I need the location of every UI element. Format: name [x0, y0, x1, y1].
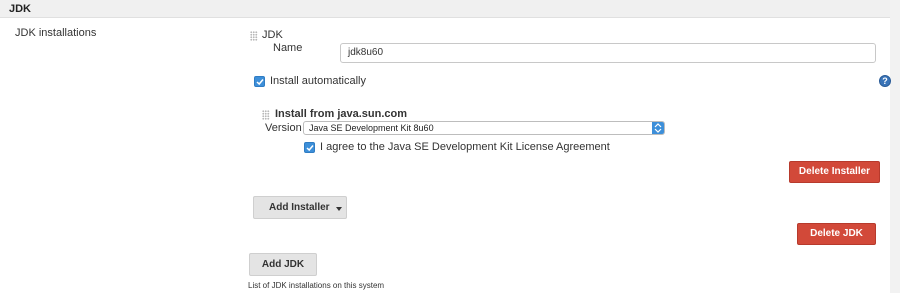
add-jdk-button[interactable]: Add JDK: [249, 253, 317, 276]
jdk-name-input[interactable]: jdk8u60: [340, 43, 876, 63]
jdk-config-page: JDK JDK installations JDK Name jdk8u60 I…: [0, 0, 900, 293]
installer-title: Install from java.sun.com: [275, 108, 408, 120]
scroll-gutter: [890, 0, 900, 293]
version-select[interactable]: Java SE Development Kit 8u60: [303, 121, 665, 135]
install-automatically-label: Install automatically: [270, 75, 366, 87]
checkmark-icon: [256, 79, 264, 86]
add-installer-label: Add Installer: [269, 202, 330, 213]
install-automatically-checkbox[interactable]: [254, 76, 265, 87]
version-select-value: Java SE Development Kit 8u60: [309, 123, 434, 133]
jdk-installations-description: List of JDK installations on this system: [248, 281, 385, 290]
license-agreement-label: I agree to the Java SE Development Kit L…: [320, 141, 610, 153]
drag-handle-icon[interactable]: [250, 31, 258, 41]
select-arrows-icon: [652, 122, 664, 134]
name-label: Name: [273, 42, 303, 54]
version-label: Version: [265, 122, 302, 134]
help-icon[interactable]: ?: [879, 75, 891, 87]
jdk-installations-label: JDK installations: [15, 27, 97, 39]
section-header: JDK: [0, 0, 890, 18]
section-title: JDK: [9, 3, 32, 15]
checkmark-icon: [306, 145, 314, 152]
delete-jdk-button[interactable]: Delete JDK: [797, 223, 876, 245]
jdk-block-title: JDK: [262, 29, 283, 41]
add-installer-button[interactable]: Add Installer: [253, 196, 347, 219]
installer-drag-handle-icon[interactable]: [262, 110, 270, 120]
license-agreement-checkbox[interactable]: [304, 142, 315, 153]
delete-installer-button[interactable]: Delete Installer: [789, 161, 880, 183]
caret-down-icon: [336, 207, 342, 211]
